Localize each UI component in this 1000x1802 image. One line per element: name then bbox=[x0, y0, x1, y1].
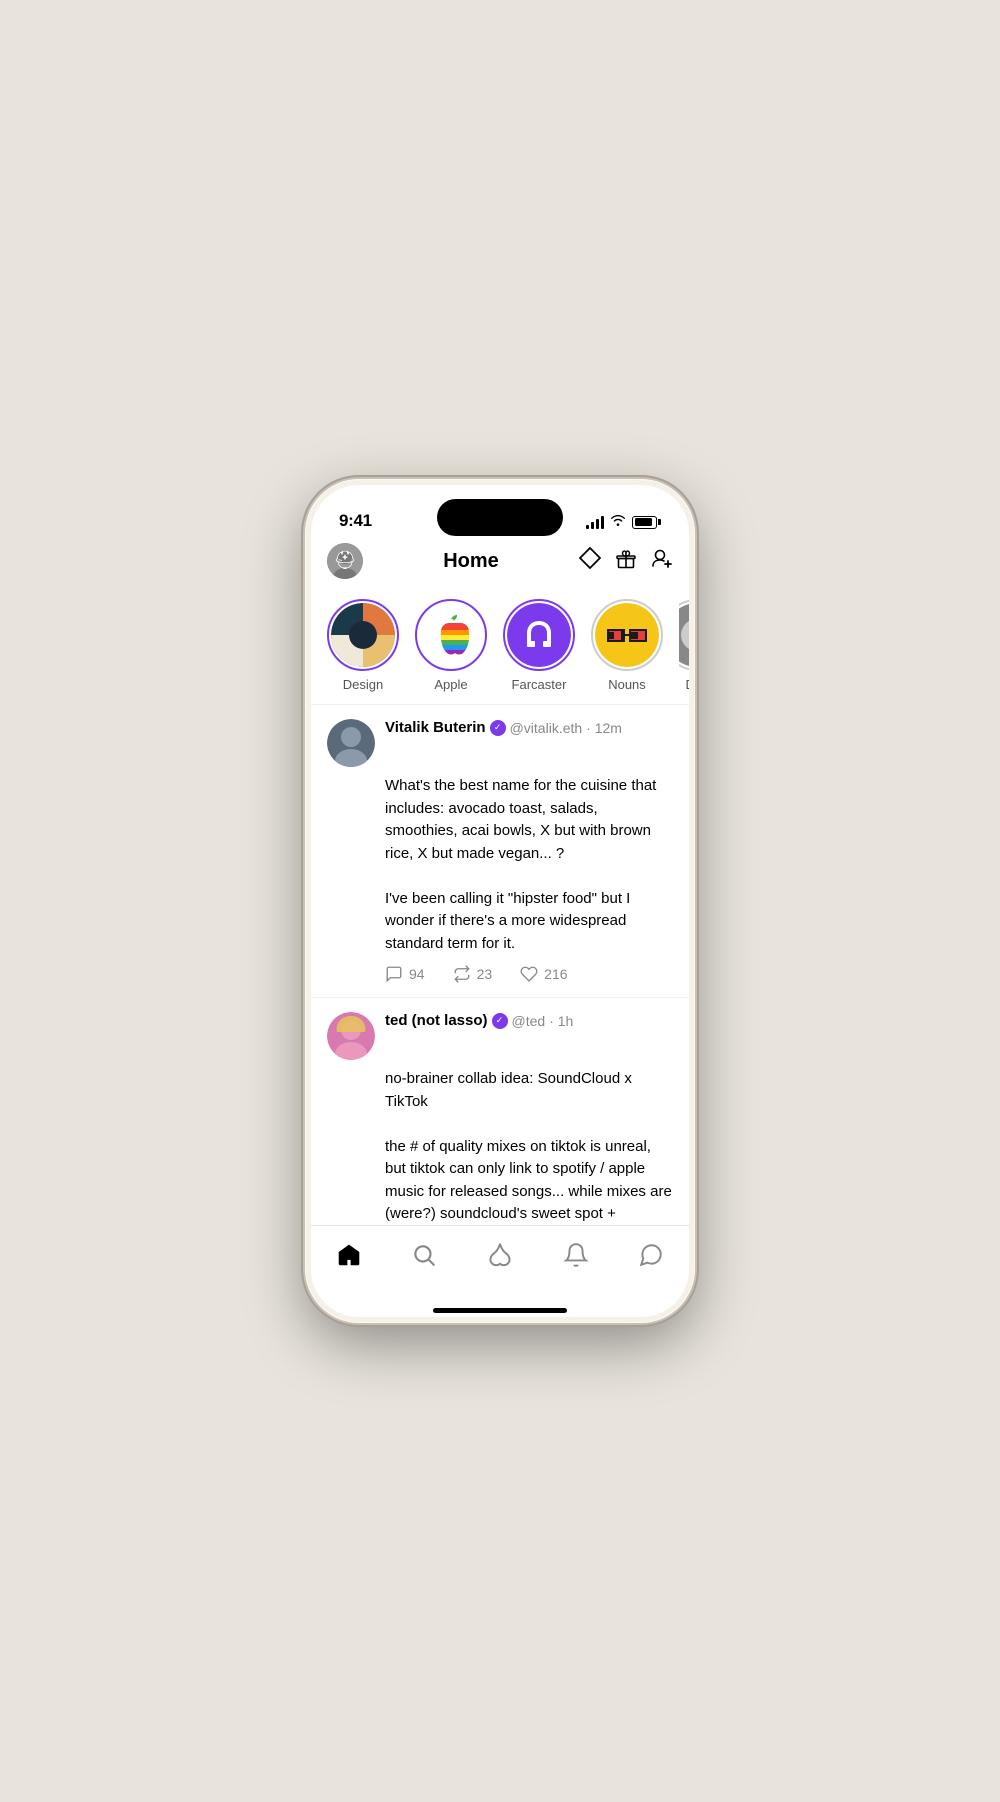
channel-avatar-apple bbox=[415, 599, 487, 671]
nav-search[interactable] bbox=[399, 1238, 449, 1272]
post-author-name-ted: ted (not lasso) bbox=[385, 1012, 488, 1029]
post-ted: ted (not lasso) ✓ @ted · 1h no-brainer c… bbox=[311, 998, 689, 1225]
channel-label-apple: Apple bbox=[434, 677, 467, 692]
post-author-line-ted: ted (not lasso) ✓ @ted · 1h bbox=[385, 1012, 673, 1029]
home-indicator bbox=[311, 1307, 689, 1317]
post-comment-count-vitalik: 94 bbox=[409, 966, 425, 982]
channel-avatar-farcaster bbox=[503, 599, 575, 671]
diamond-icon[interactable] bbox=[579, 547, 601, 575]
bottom-nav bbox=[311, 1225, 689, 1307]
home-indicator-bar bbox=[433, 1308, 567, 1313]
post-like-action-vitalik[interactable]: 216 bbox=[520, 965, 567, 983]
header-actions bbox=[579, 547, 673, 575]
verified-badge-vitalik: ✓ bbox=[490, 720, 506, 736]
gift-icon[interactable] bbox=[615, 547, 637, 575]
post-meta-vitalik: Vitalik Buterin ✓ @vitalik.eth · 12m bbox=[385, 719, 673, 736]
channel-item-farcaster[interactable]: Farcaster bbox=[503, 599, 575, 692]
dynamic-island bbox=[437, 499, 563, 536]
add-user-icon[interactable] bbox=[651, 547, 673, 575]
post-avatar-ted[interactable] bbox=[327, 1012, 375, 1060]
channel-avatar-partial bbox=[679, 599, 689, 671]
app-header: ⛑ Home bbox=[311, 539, 689, 591]
post-author-line-vitalik: Vitalik Buterin ✓ @vitalik.eth · 12m bbox=[385, 719, 673, 736]
post-handle-vitalik: @vitalik.eth bbox=[510, 720, 583, 736]
status-time: 9:41 bbox=[339, 511, 372, 531]
channels-row: Design bbox=[311, 591, 689, 705]
post-handle-ted: @ted bbox=[512, 1013, 546, 1029]
nav-home[interactable] bbox=[324, 1238, 374, 1272]
post-header-ted: ted (not lasso) ✓ @ted · 1h bbox=[327, 1012, 673, 1060]
nav-notifications[interactable] bbox=[551, 1238, 601, 1272]
status-icons bbox=[586, 513, 662, 531]
channel-avatar-nouns bbox=[591, 599, 663, 671]
wifi-icon bbox=[610, 513, 626, 531]
post-recast-action-vitalik[interactable]: 23 bbox=[453, 965, 493, 983]
channel-item-partial[interactable]: Des bbox=[679, 599, 689, 692]
channel-label-design: Design bbox=[343, 677, 383, 692]
phone-screen: 9:41 bbox=[311, 485, 689, 1317]
channel-item-nouns[interactable]: Nouns bbox=[591, 599, 663, 692]
channel-item-apple[interactable]: Apple bbox=[415, 599, 487, 692]
post-time-ted: · 1h bbox=[549, 1013, 573, 1029]
nav-messages[interactable] bbox=[626, 1238, 676, 1272]
feed: Vitalik Buterin ✓ @vitalik.eth · 12m Wha… bbox=[311, 705, 689, 1225]
header-user-avatar[interactable]: ⛑ bbox=[327, 543, 363, 579]
post-content-ted: no-brainer collab idea: SoundCloud x Tik… bbox=[385, 1068, 673, 1225]
post-avatar-vitalik[interactable] bbox=[327, 719, 375, 767]
channel-label-farcaster: Farcaster bbox=[512, 677, 567, 692]
header-title: Home bbox=[363, 550, 579, 573]
svg-text:⛑: ⛑ bbox=[334, 550, 357, 570]
phone-frame: 9:41 bbox=[305, 479, 695, 1323]
post-like-count-vitalik: 216 bbox=[544, 966, 567, 982]
channel-item-design[interactable]: Design bbox=[327, 599, 399, 692]
nav-trending[interactable] bbox=[475, 1238, 525, 1272]
post-meta-ted: ted (not lasso) ✓ @ted · 1h bbox=[385, 1012, 673, 1029]
post-header-vitalik: Vitalik Buterin ✓ @vitalik.eth · 12m bbox=[327, 719, 673, 767]
post-content-vitalik: What's the best name for the cuisine tha… bbox=[385, 775, 673, 955]
post-vitalik: Vitalik Buterin ✓ @vitalik.eth · 12m Wha… bbox=[311, 705, 689, 998]
post-time-vitalik: · 12m bbox=[586, 720, 622, 736]
verified-badge-ted: ✓ bbox=[492, 1013, 508, 1029]
channel-avatar-design bbox=[327, 599, 399, 671]
channel-label-nouns: Nouns bbox=[608, 677, 646, 692]
battery-icon bbox=[632, 516, 661, 529]
post-author-name-vitalik: Vitalik Buterin bbox=[385, 719, 486, 736]
channel-label-partial: Des bbox=[685, 677, 689, 692]
post-recast-count-vitalik: 23 bbox=[477, 966, 493, 982]
signal-icon bbox=[586, 516, 605, 529]
post-actions-vitalik: 94 23 bbox=[385, 965, 673, 983]
post-comment-action-vitalik[interactable]: 94 bbox=[385, 965, 425, 983]
